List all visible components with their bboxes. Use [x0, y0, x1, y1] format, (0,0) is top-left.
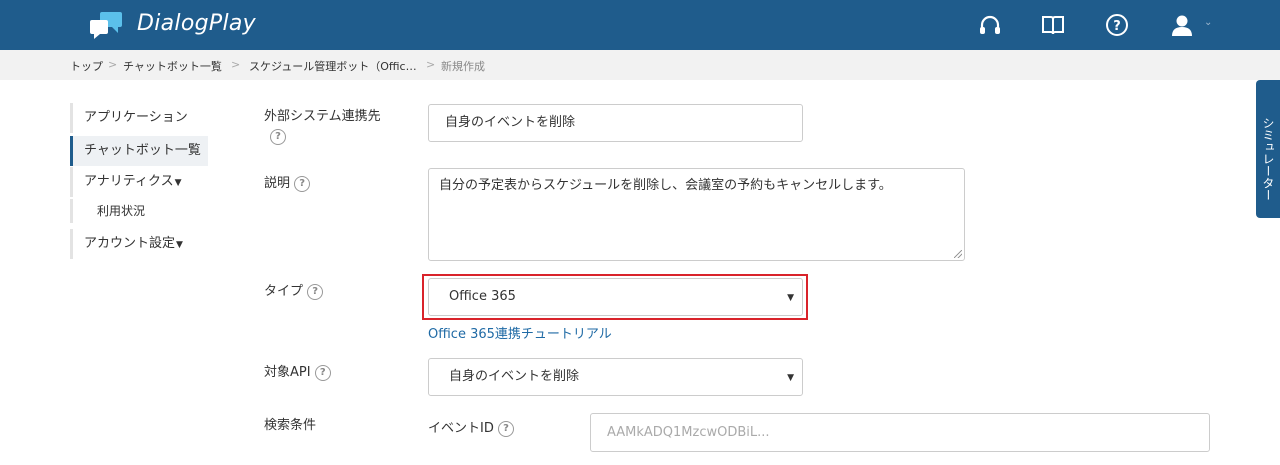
help-circle-icon[interactable]: ?: [270, 129, 286, 145]
user-icon[interactable]: [1169, 12, 1195, 38]
type-select-highlight: [422, 274, 808, 320]
search-condition-label: 検索条件: [264, 418, 317, 433]
sidebar-item-applications[interactable]: アプリケーション: [70, 103, 208, 133]
description-textarea[interactable]: 自分の予定表からスケジュールを削除し、会議室の予約もキャンセルします。: [428, 168, 965, 261]
help-circle-icon[interactable]: ?: [498, 420, 514, 437]
event-id-label-text: イベントID: [428, 421, 494, 436]
sidebar-item-label: チャットボット一覧: [84, 143, 201, 158]
resize-handle-icon[interactable]: [954, 250, 962, 258]
breadcrumb-chatbot-list[interactable]: チャットボット一覧: [123, 58, 222, 74]
breadcrumb-separator: >: [231, 58, 241, 71]
event-id-input[interactable]: AAMkADQ1MzcwODBiL...: [590, 413, 1210, 452]
svg-text:?: ?: [1113, 19, 1121, 34]
external-system-input[interactable]: 自身のイベントを削除: [428, 104, 803, 142]
top-bar: DialogPlay ? ⌄: [0, 0, 1280, 50]
brand-name[interactable]: DialogPlay: [137, 11, 256, 36]
breadcrumb-separator: >: [426, 58, 436, 71]
sidebar-item-label: アプリケーション: [84, 110, 188, 125]
description-label-text: 説明: [264, 176, 291, 191]
book-icon[interactable]: [1040, 12, 1066, 38]
breadcrumb-schedule-bot[interactable]: スケジュール管理ボット（Offic…: [249, 58, 417, 74]
description-text: 自分の予定表からスケジュールを削除し、会議室の予約もキャンセルします。: [439, 178, 892, 193]
target-api-select-value: 自身のイベントを削除: [449, 369, 580, 384]
event-id-placeholder: AAMkADQ1MzcwODBiL...: [607, 425, 770, 440]
simulator-tab-label: シミュレーター: [1261, 117, 1275, 201]
sidebar-item-usage[interactable]: 利用状況: [70, 199, 208, 223]
sidebar-item-label: アカウント設定: [84, 236, 176, 251]
target-api-label: 対象API ?: [264, 361, 331, 381]
caret-down-icon: ▼: [176, 240, 183, 250]
sidebar-item-label: 利用状況: [97, 204, 146, 218]
event-id-label: イベントID ?: [428, 417, 514, 437]
sidebar-item-account-settings[interactable]: アカウント設定▼: [70, 229, 208, 259]
sidebar-item-chatbot-list[interactable]: チャットボット一覧: [70, 136, 208, 166]
external-system-label: 外部システム連携先: [264, 109, 381, 124]
breadcrumb: トップ > チャットボット一覧 > スケジュール管理ボット（Offic… > 新…: [0, 50, 1280, 80]
caret-down-icon: ▼: [787, 373, 794, 383]
office365-tutorial-link[interactable]: Office 365連携チュートリアル: [428, 323, 612, 342]
headset-icon[interactable]: [977, 12, 1003, 38]
description-label: 説明 ?: [264, 172, 311, 192]
dialogplay-logo-icon: [90, 12, 122, 39]
breadcrumb-current: 新規作成: [441, 60, 485, 73]
simulator-tab[interactable]: シミュレーター: [1256, 80, 1280, 218]
breadcrumb-separator: >: [108, 58, 118, 71]
help-circle-icon[interactable]: ?: [307, 283, 324, 300]
caret-down-icon: ▼: [174, 178, 182, 188]
help-icon[interactable]: ?: [1104, 12, 1130, 38]
target-api-select[interactable]: 自身のイベントを削除 ▼: [428, 358, 803, 396]
type-label: タイプ ?: [264, 280, 324, 300]
breadcrumb-top[interactable]: トップ: [70, 58, 103, 74]
target-api-label-text: 対象API: [264, 365, 311, 380]
sidebar-item-analytics[interactable]: アナリティクス▼: [70, 167, 208, 197]
help-circle-icon[interactable]: ?: [314, 364, 331, 381]
help-circle-icon[interactable]: ?: [294, 175, 311, 192]
sidebar-item-label: アナリティクス: [84, 174, 174, 189]
type-label-text: タイプ: [264, 284, 304, 299]
user-menu-chevron-down-icon[interactable]: ⌄: [1204, 17, 1212, 28]
